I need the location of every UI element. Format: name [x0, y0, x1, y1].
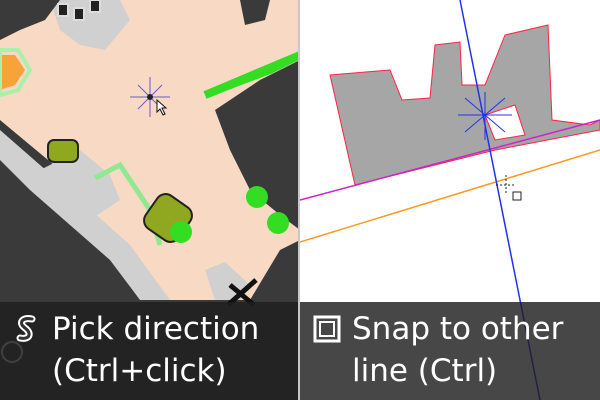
map-green-point	[246, 186, 268, 208]
tip-line-1: Pick direction	[52, 311, 260, 347]
tip-line-1: Snap to other	[352, 311, 564, 347]
map-green-point	[170, 221, 192, 243]
tip-line-2: line (Ctrl)	[352, 353, 498, 389]
tip-line-2: (Ctrl+click)	[52, 353, 227, 389]
map-viewport-right[interactable]: Snap to other line (Ctrl)	[300, 0, 600, 400]
checkbox-square-icon	[313, 315, 341, 343]
map-feature	[57, 3, 69, 17]
tip-caption-snap-line: Snap to other line (Ctrl)	[300, 302, 600, 400]
map-green-point	[267, 212, 289, 234]
tip-text-snap-line: Snap to other line (Ctrl)	[352, 308, 598, 392]
cursor-dot	[147, 94, 153, 100]
map-feature	[89, 0, 101, 13]
tip-caption-pick-direction: Pick direction (Ctrl+click)	[0, 302, 300, 400]
tip-text-pick-direction: Pick direction (Ctrl+click)	[52, 308, 298, 392]
map-viewport-left[interactable]: Pick direction (Ctrl+click)	[0, 0, 300, 400]
s-curve-icon	[16, 315, 36, 342]
map-feature	[73, 7, 85, 21]
map-olive-shape	[47, 139, 79, 163]
